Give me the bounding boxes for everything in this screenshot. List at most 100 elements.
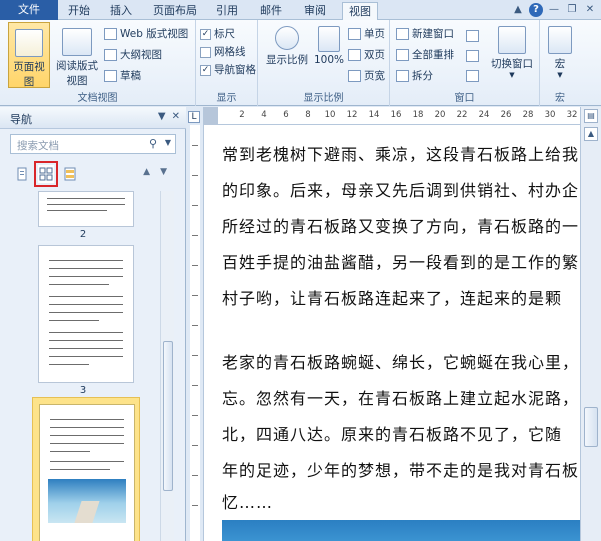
ruler-check-mark: ✓ xyxy=(200,28,211,40)
gridlines-checkbox[interactable]: 网格线 xyxy=(200,44,246,60)
next-result-icon[interactable]: ▼ xyxy=(160,167,167,177)
sync-scroll-button[interactable] xyxy=(466,48,479,64)
nav-scrollbar-thumb[interactable] xyxy=(163,341,173,491)
help-icon[interactable]: ? xyxy=(529,3,543,17)
nav-pane-check-mark: ✓ xyxy=(200,64,211,76)
document-scrollbar[interactable]: ▤ ▲ xyxy=(580,107,601,541)
page-thumbnail-2[interactable] xyxy=(38,191,134,227)
previous-result-icon[interactable]: ▲ xyxy=(143,167,150,177)
switch-windows-icon xyxy=(498,26,526,54)
nav-pane-scrollbar[interactable] xyxy=(160,191,174,541)
chevron-up-icon[interactable]: ▲ xyxy=(511,3,525,17)
ruler-tick: 26 xyxy=(500,110,512,120)
ruler-tick: 22 xyxy=(456,110,468,120)
group-label-document-views: 文档视图 xyxy=(77,93,118,104)
tab-home[interactable]: 开始 xyxy=(64,2,94,20)
vertical-ruler xyxy=(190,125,200,541)
ruler-toggle-icon[interactable]: ▤ xyxy=(584,109,598,123)
ruler-tick: 24 xyxy=(478,110,490,120)
thumbnail-photo xyxy=(48,479,126,523)
doc-line: 北，四通八达。原来的青石板路不见了，它随 xyxy=(222,425,563,444)
tab-view[interactable]: 视图 xyxy=(342,2,378,21)
doc-line: 常到老槐树下避雨、乘凉，这段青石板路上给我 xyxy=(222,145,580,164)
nav-close-icon[interactable]: ✕ xyxy=(172,111,180,122)
document-page[interactable]: 常到老槐树下避雨、乘凉，这段青石板路上给我 的印象。后来，母亲又先后调到供销社、… xyxy=(204,125,580,541)
search-icon[interactable]: ⚲ xyxy=(149,137,157,150)
zoom-button[interactable]: 显示比例 xyxy=(262,24,312,80)
nav-options-dropdown-icon[interactable]: ▼ xyxy=(158,111,166,122)
draft-view-button[interactable]: 草稿 xyxy=(104,68,141,84)
ruler-tick: 12 xyxy=(346,110,358,120)
split-button[interactable]: 拆分 xyxy=(396,68,433,84)
zoom-100-icon xyxy=(318,26,340,52)
tab-insert[interactable]: 插入 xyxy=(106,2,136,20)
minimize-icon[interactable]: — xyxy=(547,3,561,17)
document-photo xyxy=(222,520,580,541)
switch-windows-dropdown-icon: ▼ xyxy=(509,71,515,79)
zoom-100-button[interactable]: 100% xyxy=(314,24,344,80)
doc-line: 老家的青石板路蜿蜒、绵长，它蜿蜒在我心里， xyxy=(222,353,580,372)
page-thumbnails: 2 3 xyxy=(8,191,158,541)
search-results-icon xyxy=(64,167,76,181)
page-thumbnail-4-selected[interactable] xyxy=(32,397,140,541)
group-label-window: 窗口 xyxy=(454,93,475,104)
reset-window-button[interactable] xyxy=(466,68,479,84)
group-zoom: 显示比例 100% 单页 双页 页宽 显示比例 xyxy=(258,20,390,106)
ruler-tick: 16 xyxy=(390,110,402,120)
close-icon[interactable]: ✕ xyxy=(583,3,597,17)
web-view-icon xyxy=(104,28,117,40)
search-dropdown-icon[interactable]: ▼ xyxy=(165,138,171,147)
group-label-macros: 宏 xyxy=(555,93,565,104)
two-pages-button[interactable]: 双页 xyxy=(348,47,385,63)
tab-selector-button[interactable]: L xyxy=(188,111,200,123)
scroll-up-icon[interactable]: ▲ xyxy=(584,127,598,141)
page-thumbnails-icon xyxy=(39,167,53,181)
reset-window-icon xyxy=(466,70,479,82)
tab-references[interactable]: 引用 xyxy=(212,2,242,20)
new-window-icon xyxy=(396,28,409,40)
tab-mailings[interactable]: 邮件 xyxy=(256,2,286,20)
tab-review[interactable]: 审阅 xyxy=(300,2,330,20)
nav-pane-controls: ▼ ✕ xyxy=(158,111,180,122)
macro-icon xyxy=(548,26,572,54)
nav-tab-headings[interactable] xyxy=(14,165,30,183)
page-view-icon xyxy=(15,29,43,57)
headings-icon xyxy=(17,167,27,181)
page-number-3: 3 xyxy=(79,385,87,396)
nav-arrows: ▲ ▼ xyxy=(143,167,167,177)
new-window-button[interactable]: 新建窗口 xyxy=(396,26,454,42)
nav-tab-pages[interactable] xyxy=(34,161,58,187)
nav-pane-checkbox[interactable]: ✓ 导航窗格 xyxy=(200,62,256,78)
doc-line: 忘。忽然有一天，在青石板路上建立起水泥路， xyxy=(222,389,580,408)
arrange-all-button[interactable]: 全部重排 xyxy=(396,47,454,63)
reading-view-button[interactable]: 阅读版式 视图 xyxy=(54,22,100,88)
nav-tab-results[interactable] xyxy=(62,165,78,183)
document-scrollbar-thumb[interactable] xyxy=(584,407,598,447)
page-number-2: 2 xyxy=(79,229,87,240)
side-by-side-button[interactable] xyxy=(466,28,479,44)
doc-line: 忆…… xyxy=(222,493,274,512)
restore-icon[interactable]: ❐ xyxy=(565,3,579,17)
arrange-all-icon xyxy=(396,49,409,61)
ribbon-window-controls: ▲ ? — ❐ ✕ xyxy=(511,2,597,18)
ruler-checkbox[interactable]: ✓ 标尺 xyxy=(200,26,235,42)
ruler-tick: 28 xyxy=(522,110,534,120)
macros-button[interactable]: 宏 ▼ xyxy=(544,24,576,84)
nav-pane-title: 导航 xyxy=(10,113,32,126)
tab-file[interactable]: 文件 xyxy=(0,0,58,20)
group-window: 新建窗口 全部重排 拆分 切换窗口 ▼ 窗口 xyxy=(390,20,540,106)
one-page-button[interactable]: 单页 xyxy=(348,26,385,42)
page-thumbnail-3[interactable] xyxy=(38,245,134,383)
outline-view-button[interactable]: 大纲视图 xyxy=(104,47,162,63)
doc-line: 村子哟，让青石板路连起来了，连起来的是颗 xyxy=(222,289,563,308)
tab-page-layout[interactable]: 页面布局 xyxy=(150,2,200,20)
group-document-views: 页面视图 阅读版式 视图 Web 版式视图 大纲视图 草稿 文档视图 xyxy=(0,20,196,106)
nav-view-tabs xyxy=(14,161,78,187)
doc-line: 的印象。后来，母亲又先后调到供销社、村办企 xyxy=(222,181,580,200)
ruler-tick: 10 xyxy=(324,110,336,120)
web-view-button[interactable]: Web 版式视图 xyxy=(104,26,188,42)
page-width-button[interactable]: 页宽 xyxy=(348,68,385,84)
search-document-input[interactable]: 搜索文档 ⚲ ▼ xyxy=(10,134,176,154)
page-view-button[interactable]: 页面视图 xyxy=(8,22,50,88)
switch-windows-button[interactable]: 切换窗口 ▼ xyxy=(486,24,538,84)
